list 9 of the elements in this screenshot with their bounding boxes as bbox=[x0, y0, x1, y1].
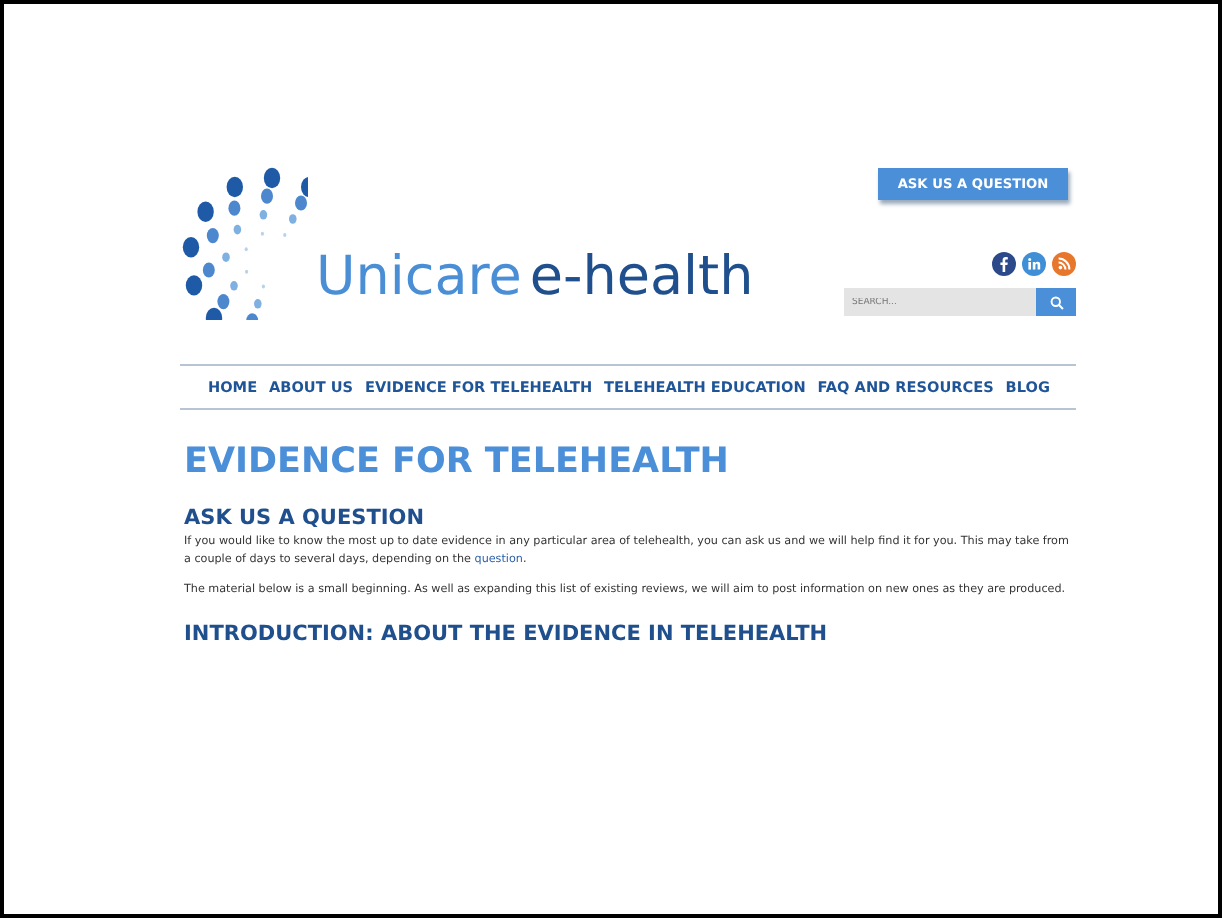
facebook-icon[interactable] bbox=[992, 252, 1016, 276]
section-heading: ASK US A QUESTION bbox=[184, 506, 426, 530]
rss-icon[interactable] bbox=[1052, 252, 1076, 276]
logo-text: Unicare bbox=[316, 250, 522, 304]
page-title: EVIDENCE FOR TELEHEALTH bbox=[184, 442, 731, 482]
search-button[interactable] bbox=[1036, 288, 1076, 316]
logo-text: e-health bbox=[529, 250, 754, 304]
search-icon bbox=[1049, 295, 1063, 309]
section-heading: INTRODUCTION: ABOUT THE EVIDENCE IN TELEHEALTH bbox=[184, 622, 830, 646]
